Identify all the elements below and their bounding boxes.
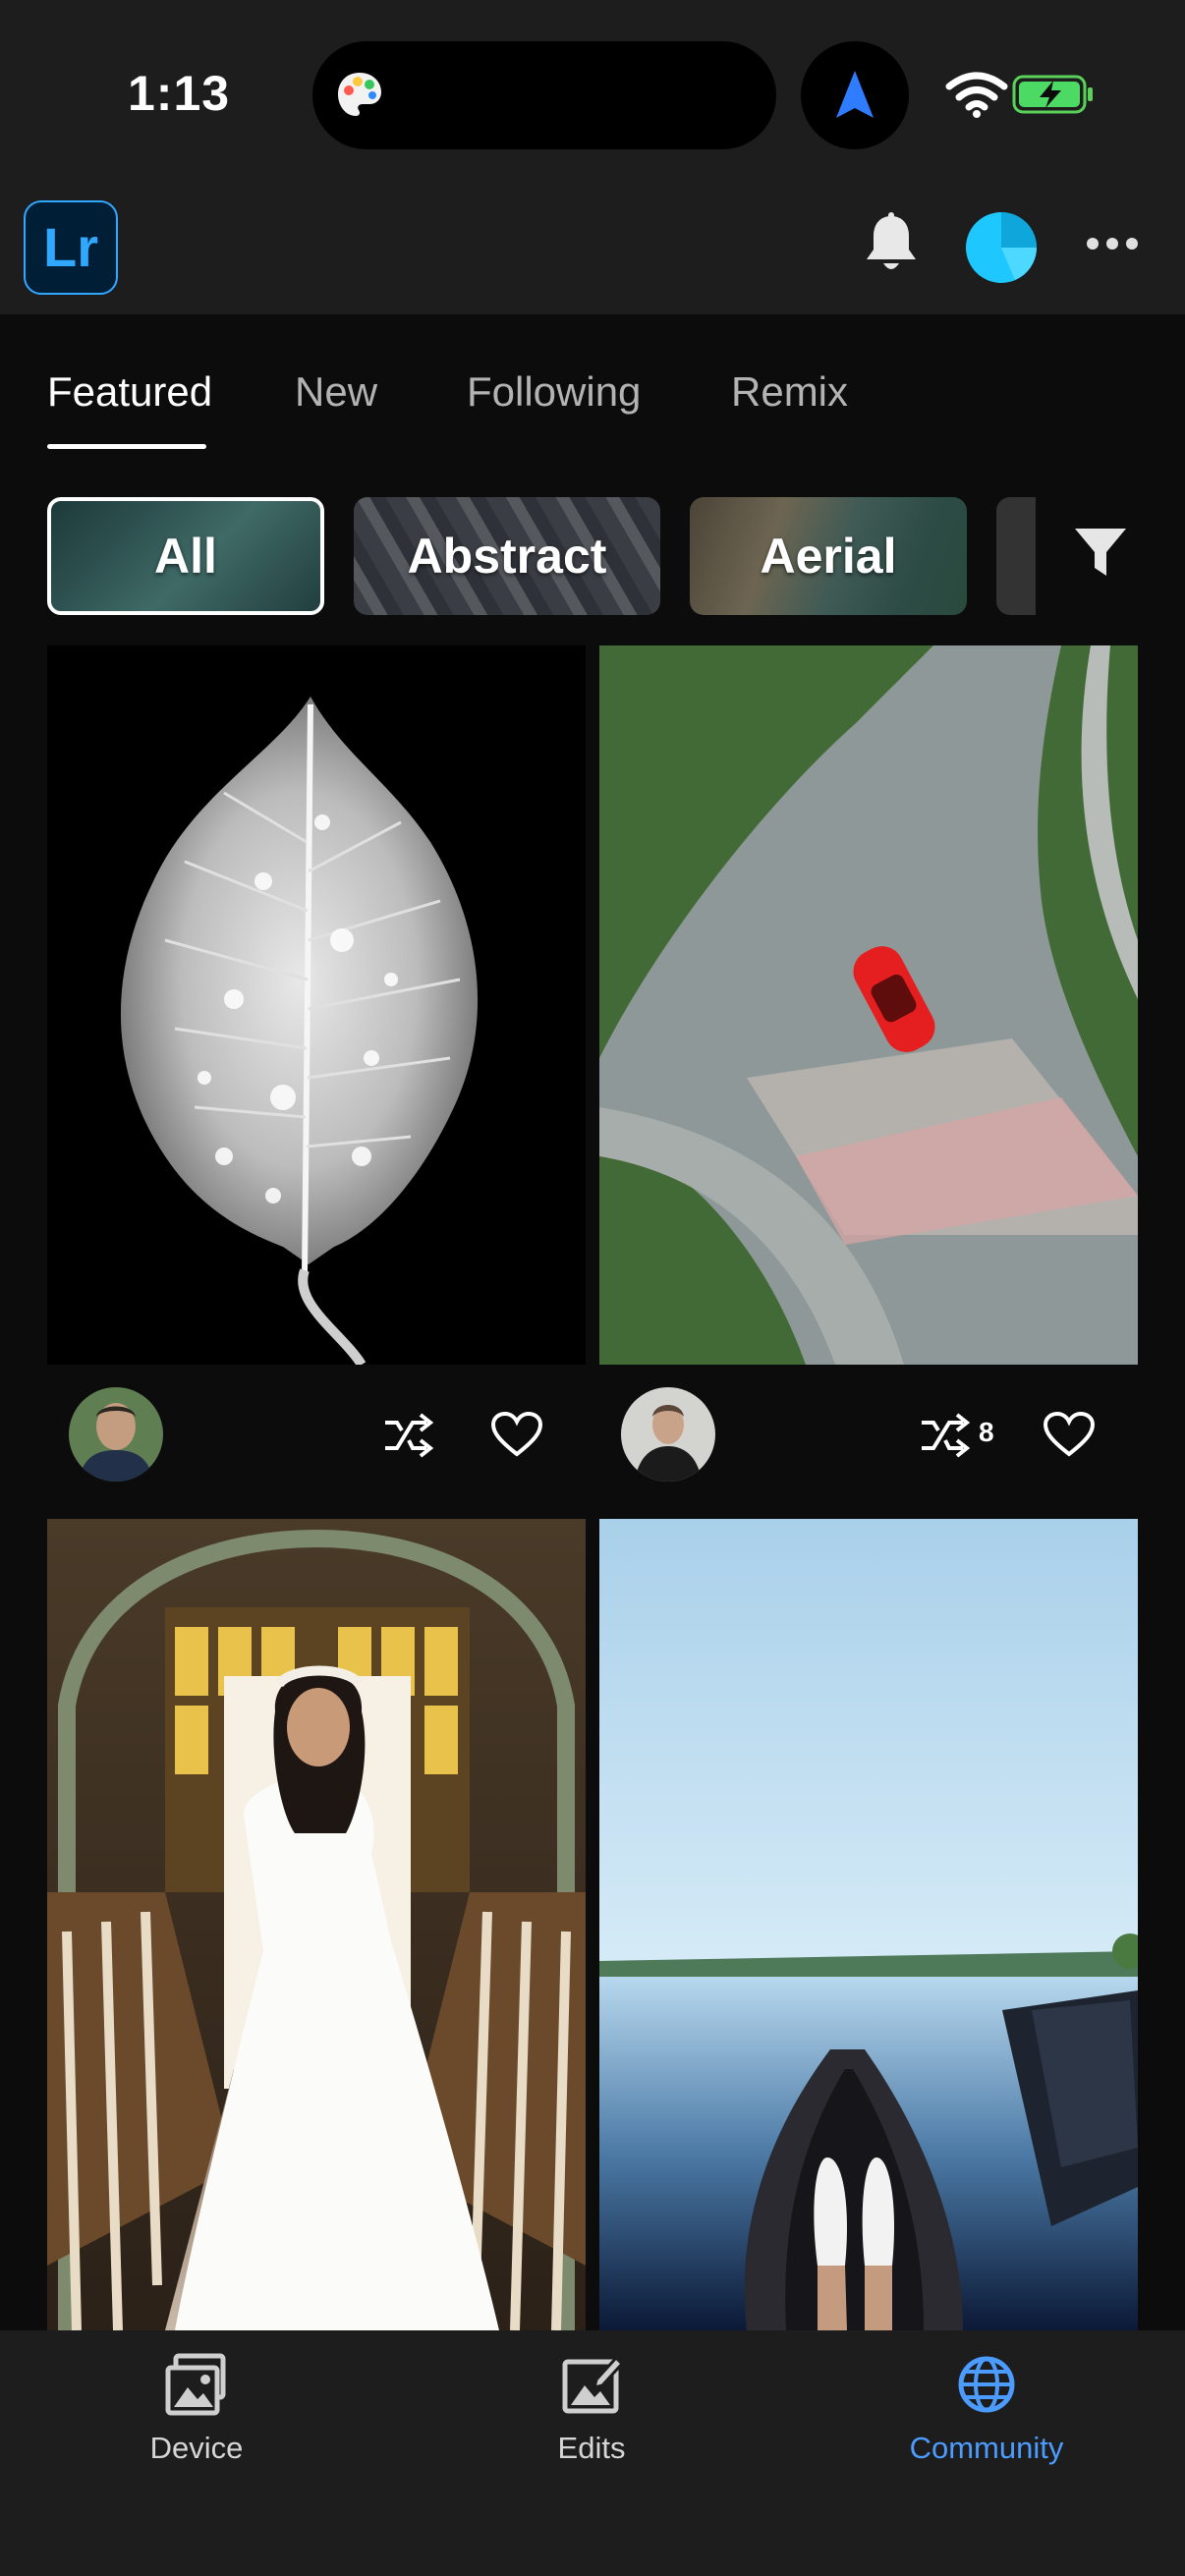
author-avatar[interactable] — [69, 1387, 163, 1482]
photos-icon — [165, 2353, 226, 2416]
feed-photo-leaf[interactable] — [47, 645, 586, 1365]
nav-edits[interactable]: Edits — [464, 2350, 719, 2466]
navigation-arrow-icon — [836, 71, 874, 118]
bell-icon[interactable] — [863, 212, 920, 275]
wifi-icon — [945, 72, 1008, 118]
feed-photo-church[interactable] — [47, 1519, 586, 2330]
lightroom-logo: Lr — [24, 200, 118, 295]
navigation-indicator — [801, 41, 909, 149]
filter-icon[interactable] — [1073, 525, 1128, 580]
remix-count: 8 — [979, 1417, 994, 1447]
author-avatar[interactable] — [621, 1387, 715, 1482]
status-time: 1:13 — [128, 66, 231, 121]
nav-label-community: Community — [909, 2431, 1064, 2465]
tab-new[interactable]: New — [295, 368, 377, 416]
feed-photo-lake[interactable] — [599, 1519, 1138, 2330]
globe-icon — [958, 2356, 1015, 2413]
tab-following[interactable]: Following — [467, 368, 641, 416]
nav-device[interactable]: Device — [69, 2350, 324, 2466]
nav-label-edits: Edits — [557, 2431, 626, 2465]
nav-label-device: Device — [149, 2431, 244, 2465]
remix-icon[interactable] — [918, 1411, 973, 1458]
like-heart-icon[interactable] — [1042, 1411, 1097, 1458]
battery-charging-icon — [1012, 75, 1093, 114]
remix-icon[interactable] — [381, 1411, 436, 1458]
tab-featured[interactable]: Featured — [47, 368, 212, 416]
category-chip-abstract[interactable]: Abstract — [354, 497, 660, 615]
tab-remix[interactable]: Remix — [731, 368, 848, 416]
category-chip-next[interactable] — [996, 497, 1036, 615]
category-chip-all[interactable]: All — [47, 497, 324, 615]
edit-photo-icon — [562, 2355, 625, 2414]
more-options-icon[interactable] — [1086, 232, 1139, 255]
palette-app-icon — [338, 73, 381, 116]
category-chip-aerial[interactable]: Aerial — [690, 497, 967, 615]
active-tab-indicator — [47, 444, 206, 449]
profile-avatar[interactable] — [966, 212, 1037, 283]
like-heart-icon[interactable] — [489, 1411, 544, 1458]
feed-photo-road[interactable] — [599, 645, 1138, 1365]
nav-community[interactable]: Community — [859, 2350, 1114, 2466]
